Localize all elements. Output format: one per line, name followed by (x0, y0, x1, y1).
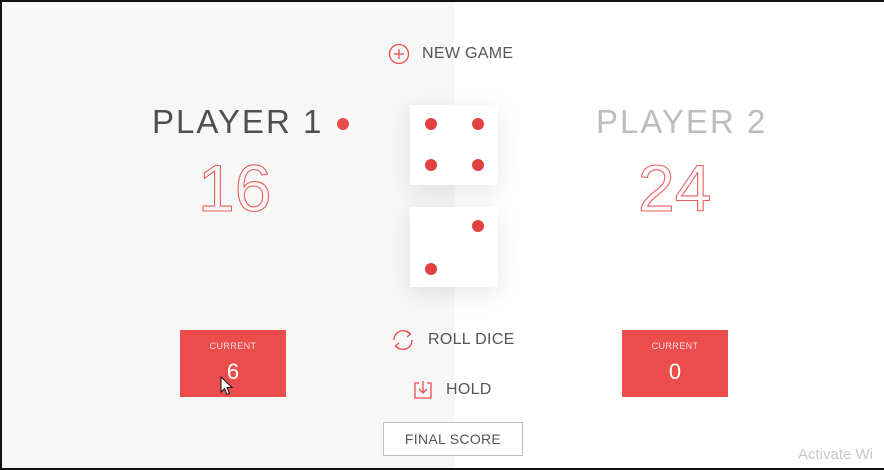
dice-pip (472, 159, 484, 171)
dice-pip (425, 159, 437, 171)
download-icon (414, 381, 432, 399)
hold-button[interactable]: HOLD (412, 379, 492, 401)
player-2-current-box: CURRENT 0 (622, 330, 728, 397)
player-2-name: PLAYER 2 (596, 103, 768, 140)
player-1-name: PLAYER 1 (152, 103, 324, 140)
dice-pip (425, 118, 437, 130)
final-score-input[interactable]: FINAL SCORE (383, 422, 523, 456)
player-2-panel (454, 2, 884, 468)
new-game-button[interactable]: NEW GAME (388, 43, 513, 65)
plus-circle-icon (388, 43, 410, 65)
refresh-icon (393, 330, 413, 350)
dice-2 (410, 207, 498, 287)
activate-windows-watermark: Activate Wi (798, 446, 874, 463)
player-1-panel (2, 2, 454, 468)
roll-dice-label: ROLL DICE (428, 331, 515, 348)
game-window: NEW GAME PLAYER 1 16 PLAYER 2 24 ROLL DI… (0, 0, 884, 470)
player-2-current-label: CURRENT (651, 341, 699, 351)
player-1-score: 16 (197, 150, 272, 225)
dice-pip (425, 263, 437, 275)
dice-1 (410, 105, 498, 185)
mouse-pointer-icon (220, 376, 234, 396)
roll-dice-button[interactable]: ROLL DICE (390, 328, 515, 352)
player-2-current-score: 0 (668, 359, 682, 384)
active-player-indicator (337, 118, 349, 130)
dice-pip (472, 118, 484, 130)
new-game-label: NEW GAME (422, 45, 514, 62)
player-2-score: 24 (637, 150, 712, 225)
player-1-current-label: CURRENT (209, 341, 257, 351)
dice-pip (472, 220, 484, 232)
hold-label: HOLD (446, 381, 492, 398)
